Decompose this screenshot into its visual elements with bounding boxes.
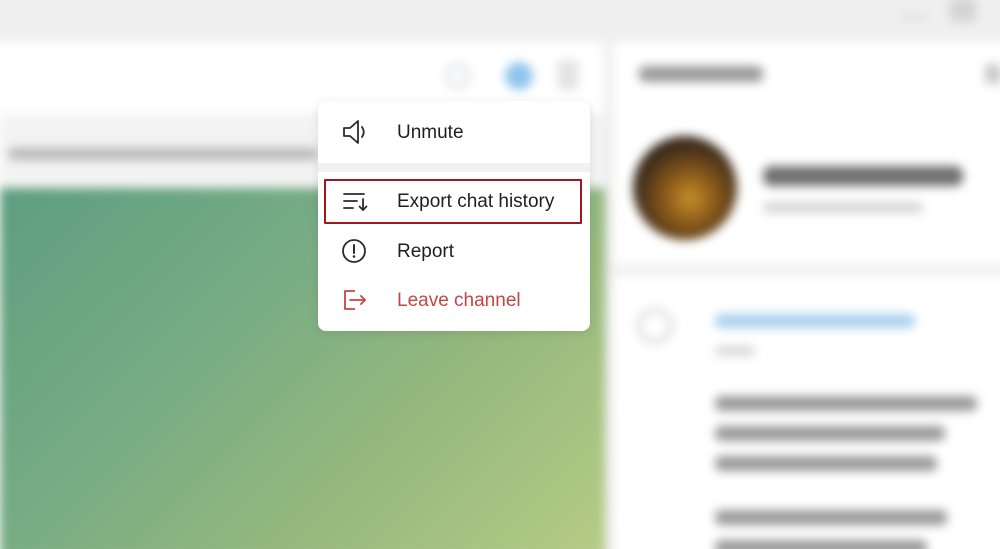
menu-item-export-chat-history[interactable]: Export chat history: [318, 180, 590, 222]
speaker-icon: [340, 118, 370, 146]
menu-item-label: Export chat history: [397, 190, 555, 212]
menu-item-label: Leave channel: [397, 289, 521, 311]
leave-icon: [340, 286, 370, 314]
panel-title: [639, 66, 763, 82]
avatar[interactable]: [633, 136, 737, 240]
link-caption: [715, 346, 755, 356]
window-titlebar: [0, 0, 1000, 42]
sidebar-toggle-icon[interactable]: [505, 62, 533, 90]
menu-item-report[interactable]: Report: [318, 230, 590, 272]
minimize-button[interactable]: [902, 16, 928, 18]
channel-context-menu: Unmute Export chat history Report Leave …: [318, 101, 590, 331]
description-line: [715, 426, 945, 441]
info-icon: [637, 308, 673, 344]
pinned-message-text: [8, 148, 318, 160]
more-options-icon[interactable]: [558, 60, 578, 90]
channel-info-panel: [613, 42, 1000, 549]
close-icon[interactable]: [985, 64, 1000, 84]
menu-item-unmute[interactable]: Unmute: [318, 111, 590, 153]
menu-item-label: Report: [397, 240, 455, 262]
channel-subscribers: [763, 202, 923, 213]
panel-divider: [605, 42, 613, 549]
report-exclamation-icon: [340, 237, 370, 265]
description-line: [715, 396, 977, 411]
channel-name: [763, 166, 963, 186]
channel-link[interactable]: [715, 314, 915, 328]
description-line: [715, 540, 927, 549]
menu-item-leave-channel[interactable]: Leave channel: [318, 279, 590, 321]
section-divider: [613, 264, 1000, 276]
export-history-icon: [340, 187, 370, 215]
maximize-button[interactable]: [950, 0, 976, 22]
menu-item-label: Unmute: [397, 121, 464, 143]
menu-separator: [318, 163, 590, 172]
description-line: [715, 510, 947, 525]
description-line: [715, 456, 937, 471]
search-icon[interactable]: [446, 64, 470, 88]
